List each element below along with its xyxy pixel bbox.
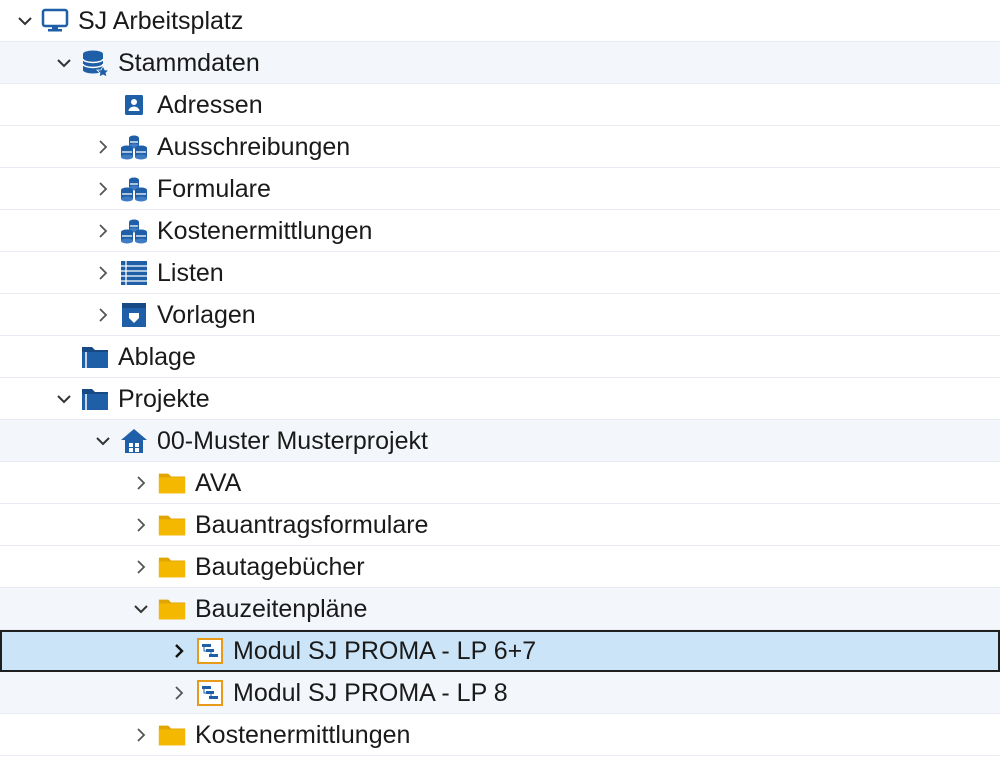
chevron-down-icon[interactable] (92, 430, 114, 452)
chevron-right-icon[interactable] (168, 640, 190, 662)
stacked-coins-icon (119, 216, 149, 246)
chevron-right-icon[interactable] (92, 178, 114, 200)
tree-item-label: Listen (157, 258, 224, 287)
tree-item-label: Projekte (118, 384, 210, 413)
template-icon (119, 300, 149, 330)
folder-yellow-icon (157, 510, 187, 540)
tree-item-adressen[interactable]: Adressen (0, 84, 1000, 126)
tree-item-label: Bautagebücher (195, 552, 365, 581)
tree-item-modul-lp-6-7[interactable]: Modul SJ PROMA - LP 6+7 (0, 630, 1000, 672)
chevron-down-icon[interactable] (14, 10, 36, 32)
database-icon (80, 48, 110, 78)
tree-item-projekte[interactable]: Projekte (0, 378, 1000, 420)
tree-item-label: Ablage (118, 342, 196, 371)
tree-item-label: Ausschreibungen (157, 132, 351, 161)
chevron-right-icon[interactable] (92, 136, 114, 158)
folder-yellow-icon (157, 720, 187, 750)
tree-item-bautagebuecher[interactable]: Bautagebücher (0, 546, 1000, 588)
stacked-coins-icon (119, 132, 149, 162)
contact-card-icon (119, 90, 149, 120)
tree-item-musterprojekt[interactable]: 00-Muster Musterprojekt (0, 420, 1000, 462)
chevron-right-icon[interactable] (130, 556, 152, 578)
tree-item-formulare[interactable]: Formulare (0, 168, 1000, 210)
chevron-right-icon[interactable] (130, 514, 152, 536)
tree-item-bauzeitenplaene[interactable]: Bauzeitenpläne (0, 588, 1000, 630)
tree-item-sj-arbeitsplatz[interactable]: SJ Arbeitsplatz (0, 0, 1000, 42)
tree-item-kostenermittlungen-projekt[interactable]: Kostenermittlungen (0, 714, 1000, 756)
folder-dark-icon (80, 384, 110, 414)
tree-item-label: SJ Arbeitsplatz (78, 6, 244, 35)
tree-item-vorlagen[interactable]: Vorlagen (0, 294, 1000, 336)
tree-item-label: Kostenermittlungen (195, 720, 411, 749)
tree-item-listen[interactable]: Listen (0, 252, 1000, 294)
tree-item-label: AVA (195, 468, 242, 497)
tree-item-label: Adressen (157, 90, 263, 119)
list-icon (119, 258, 149, 288)
folder-yellow-icon (157, 594, 187, 624)
tree-item-label: Modul SJ PROMA - LP 8 (233, 678, 508, 707)
tree-item-kostenermittlungen-stamm[interactable]: Kostenermittlungen (0, 210, 1000, 252)
tree-item-label: Modul SJ PROMA - LP 6+7 (233, 637, 537, 665)
tree-item-label: Bauzeitenpläne (195, 594, 368, 623)
gantt-schedule-icon (195, 636, 225, 666)
tree-item-label: Vorlagen (157, 300, 256, 329)
folder-yellow-icon (157, 468, 187, 498)
chevron-down-icon[interactable] (53, 52, 75, 74)
tree-item-label: Kostenermittlungen (157, 216, 373, 245)
chevron-right-icon[interactable] (130, 724, 152, 746)
chevron-right-icon[interactable] (130, 472, 152, 494)
tree-item-label: Formulare (157, 174, 271, 203)
tree-expander-empty (92, 94, 114, 116)
tree-item-label: Bauantragsformulare (195, 510, 429, 539)
tree-item-stammdaten[interactable]: Stammdaten (0, 42, 1000, 84)
tree-item-label: 00-Muster Musterprojekt (157, 426, 428, 455)
gantt-schedule-icon (195, 678, 225, 708)
stacked-coins-icon (119, 174, 149, 204)
tree-item-ausschreibungen[interactable]: Ausschreibungen (0, 126, 1000, 168)
chevron-right-icon[interactable] (92, 220, 114, 242)
chevron-down-icon[interactable] (53, 388, 75, 410)
folder-dark-icon (80, 342, 110, 372)
folder-yellow-icon (157, 552, 187, 582)
chevron-right-icon[interactable] (92, 304, 114, 326)
tree-item-ava[interactable]: AVA (0, 462, 1000, 504)
chevron-down-icon[interactable] (130, 598, 152, 620)
chevron-right-icon[interactable] (168, 682, 190, 704)
chevron-right-icon[interactable] (92, 262, 114, 284)
tree-view: SJ Arbeitsplatz Stammdaten Adressen Auss… (0, 0, 1000, 756)
tree-item-modul-lp-8[interactable]: Modul SJ PROMA - LP 8 (0, 672, 1000, 714)
tree-item-label: Stammdaten (118, 48, 260, 77)
tree-expander-empty (53, 346, 75, 368)
tree-item-ablage[interactable]: Ablage (0, 336, 1000, 378)
computer-icon (40, 6, 70, 36)
tree-item-bauantragsformulare[interactable]: Bauantragsformulare (0, 504, 1000, 546)
house-icon (119, 426, 149, 456)
